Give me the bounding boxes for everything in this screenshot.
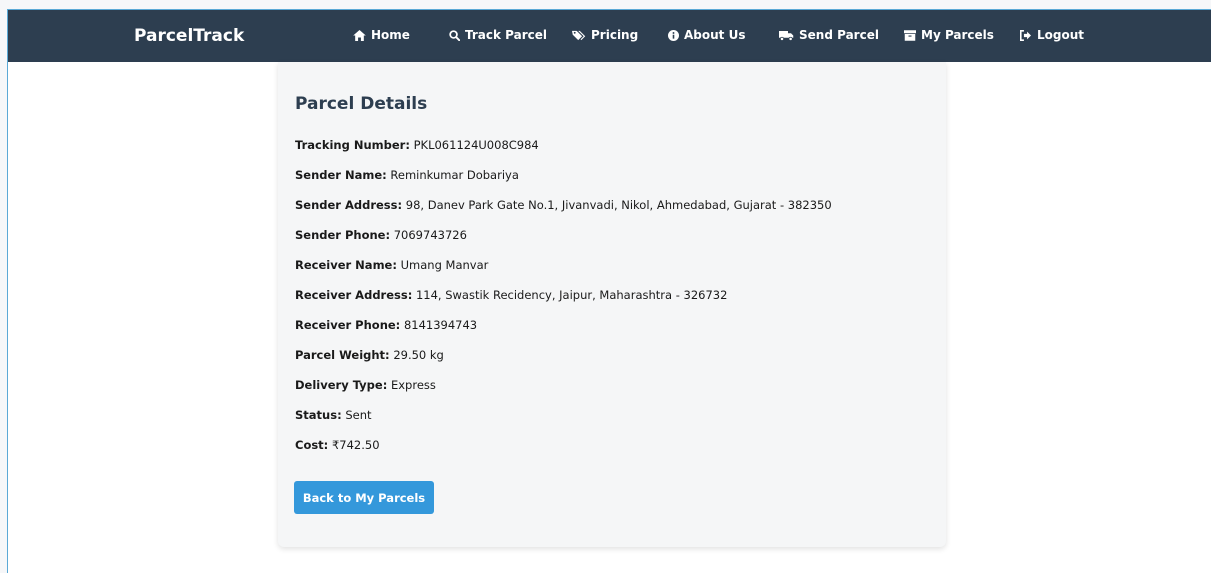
logout-icon	[1019, 29, 1032, 41]
detail-receiver-phone: Receiver Phone: 8141394743	[295, 318, 477, 332]
detail-value: 7069743726	[393, 228, 467, 242]
detail-label: Tracking Number:	[295, 138, 410, 152]
detail-cost: Cost: ₹742.50	[295, 438, 380, 452]
nav-my-parcels[interactable]: My Parcels	[904, 28, 994, 42]
nav-pricing[interactable]: Pricing	[572, 28, 638, 42]
detail-label: Sender Phone:	[295, 228, 391, 242]
detail-label: Sender Name:	[295, 168, 387, 182]
detail-sender-address: Sender Address: 98, Danev Park Gate No.1…	[295, 198, 832, 212]
nav-logout[interactable]: Logout	[1019, 28, 1084, 42]
detail-value: 98, Danev Park Gate No.1, Jivanvadi, Nik…	[405, 198, 832, 212]
nav-send-parcel-label: Send Parcel	[799, 28, 879, 42]
detail-label: Receiver Phone:	[295, 318, 401, 332]
detail-label: Receiver Name:	[295, 258, 397, 272]
detail-delivery-type: Delivery Type: Express	[295, 378, 436, 392]
detail-label: Parcel Weight:	[295, 348, 390, 362]
detail-label: Status:	[295, 408, 342, 422]
parcel-details-card: Parcel Details Tracking Number: PKL06112…	[278, 62, 946, 547]
detail-value: ₹742.50	[331, 438, 380, 452]
detail-value: Umang Manvar	[400, 258, 489, 272]
detail-parcel-weight: Parcel Weight: 29.50 kg	[295, 348, 444, 362]
detail-value: 8141394743	[403, 318, 478, 332]
info-icon	[668, 29, 679, 41]
detail-sender-name: Sender Name: Reminkumar Dobariya	[295, 168, 519, 182]
home-icon	[353, 29, 366, 41]
detail-value: 114, Swastik Recidency, Jaipur, Maharash…	[415, 288, 728, 302]
nav-home-label: Home	[371, 28, 410, 42]
detail-label: Cost:	[295, 438, 329, 452]
detail-label: Sender Address:	[295, 198, 403, 212]
truck-icon	[779, 30, 794, 41]
nav-logout-label: Logout	[1037, 28, 1085, 42]
detail-value: Reminkumar Dobariya	[390, 168, 519, 182]
detail-sender-phone: Sender Phone: 7069743726	[295, 228, 467, 242]
detail-receiver-address: Receiver Address: 114, Swastik Recidency…	[295, 288, 727, 302]
tags-icon	[572, 30, 586, 41]
detail-tracking-number: Tracking Number: PKL061124U008C984	[295, 138, 539, 152]
nav-my-parcels-label: My Parcels	[921, 28, 994, 42]
detail-receiver-name: Receiver Name: Umang Manvar	[295, 258, 488, 272]
detail-label: Receiver Address:	[295, 288, 413, 302]
back-to-my-parcels-button[interactable]: Back to My Parcels	[294, 481, 434, 514]
detail-status: Status: Sent	[295, 408, 372, 422]
detail-value: Express	[390, 378, 436, 392]
nav-about-us[interactable]: About Us	[668, 28, 745, 42]
page-title: Parcel Details	[295, 94, 428, 114]
navbar: ParcelTrack Home Track Parcel Pricing Ab…	[8, 10, 1211, 62]
nav-send-parcel[interactable]: Send Parcel	[779, 28, 879, 42]
detail-label: Delivery Type:	[295, 378, 388, 392]
box-icon	[904, 29, 916, 41]
nav-home[interactable]: Home	[353, 28, 410, 42]
detail-value: Sent	[345, 408, 372, 422]
nav-track-parcel-label: Track Parcel	[465, 28, 548, 42]
nav-about-us-label: About Us	[684, 28, 746, 42]
browser-viewport: ParcelTrack Home Track Parcel Pricing Ab…	[7, 9, 1211, 573]
search-icon	[449, 29, 460, 41]
nav-track-parcel[interactable]: Track Parcel	[449, 28, 547, 42]
detail-value: PKL061124U008C984	[413, 138, 539, 152]
brand-logo[interactable]: ParcelTrack	[134, 26, 244, 46]
nav-pricing-label: Pricing	[591, 28, 639, 42]
detail-value: 29.50 kg	[393, 348, 444, 362]
